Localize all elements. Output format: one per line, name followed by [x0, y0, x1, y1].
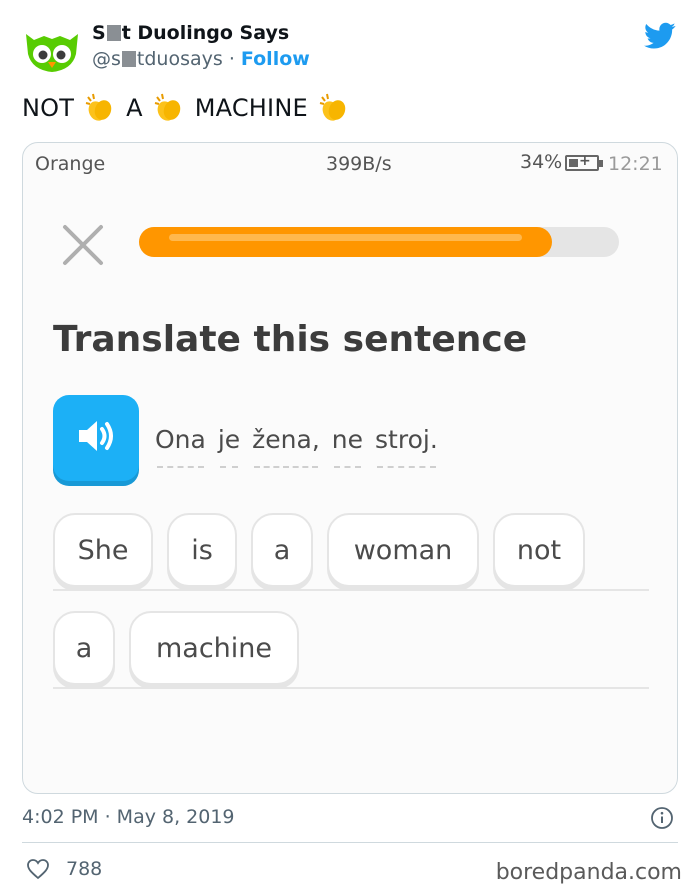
watermark: boredpanda.com — [495, 860, 682, 885]
handle-suffix: tduosays — [136, 48, 223, 70]
author-name-suffix: t Duolingo Says — [121, 22, 290, 44]
sentence-word[interactable]: Ona — [155, 425, 206, 468]
word-tile[interactable]: machine — [129, 611, 299, 685]
separator-dot: · — [228, 48, 235, 70]
word-tile[interactable]: She — [53, 513, 153, 587]
close-icon[interactable] — [61, 223, 105, 267]
word-tile[interactable]: is — [167, 513, 237, 587]
battery-percent: 34% — [520, 151, 563, 173]
like-count: 788 — [66, 858, 103, 880]
heart-icon[interactable] — [26, 858, 50, 880]
tweet-media-screenshot[interactable]: Orange 399B/s 34% + 12:21 Translate this… — [22, 142, 678, 794]
divider — [22, 842, 678, 843]
clapping-hands-emoji — [85, 93, 112, 121]
duolingo-owl-avatar[interactable] — [22, 24, 82, 76]
like-action[interactable]: 788 — [26, 858, 102, 880]
sentence-word[interactable]: žena, — [252, 425, 320, 468]
source-sentence: Ona je žena, ne stroj. — [155, 425, 438, 468]
speaker-icon — [79, 421, 113, 451]
info-icon[interactable] — [650, 806, 674, 830]
answer-row: a machine — [53, 609, 649, 689]
follow-button[interactable]: Follow — [241, 48, 310, 70]
tweet-header: St Duolingo Says @s tduosays · Follow — [22, 18, 682, 82]
tweet-word-3: MACHINE — [194, 94, 308, 122]
play-audio-button[interactable] — [53, 395, 139, 481]
word-tile[interactable]: a — [251, 513, 313, 587]
sentence-word[interactable]: je — [218, 425, 240, 468]
network-speed: 399B/s — [326, 153, 392, 175]
sentence-word[interactable]: stroj. — [375, 425, 438, 468]
tweet-text: NOT A MACHINE — [22, 92, 350, 124]
tweet-word-1: NOT — [22, 94, 75, 122]
author-name-prefix: S — [92, 22, 106, 44]
phone-status-bar: Orange 399B/s 34% + 12:21 — [23, 143, 677, 183]
word-tile[interactable]: woman — [327, 513, 479, 587]
clapping-hands-emoji — [319, 93, 346, 121]
handle-prefix: @s — [92, 48, 121, 70]
word-tile[interactable]: not — [493, 513, 585, 587]
tweet-timestamp[interactable]: 4:02 PM · May 8, 2019 — [22, 806, 235, 828]
word-tile[interactable]: a — [53, 611, 115, 685]
sentence-word[interactable]: ne — [332, 425, 363, 468]
lesson-progress-bar — [139, 227, 619, 257]
progress-shine — [169, 234, 522, 241]
phone-clock: 12:21 — [608, 153, 663, 175]
clapping-hands-emoji — [154, 93, 180, 121]
author-handle-row: @s tduosays · Follow — [92, 48, 310, 70]
tweet-word-2: A — [126, 94, 143, 122]
battery-icon: + — [565, 153, 603, 171]
progress-fill — [139, 227, 552, 257]
censor-block — [121, 51, 136, 67]
twitter-bird-icon[interactable] — [644, 22, 676, 50]
exercise-prompt: Translate this sentence — [53, 319, 528, 360]
answer-row: She is a woman not — [53, 511, 649, 591]
author-info: St Duolingo Says @s tduosays · Follow — [92, 22, 310, 70]
author-name[interactable]: St Duolingo Says — [92, 22, 310, 44]
carrier-label: Orange — [35, 153, 106, 175]
censor-block — [106, 25, 121, 41]
